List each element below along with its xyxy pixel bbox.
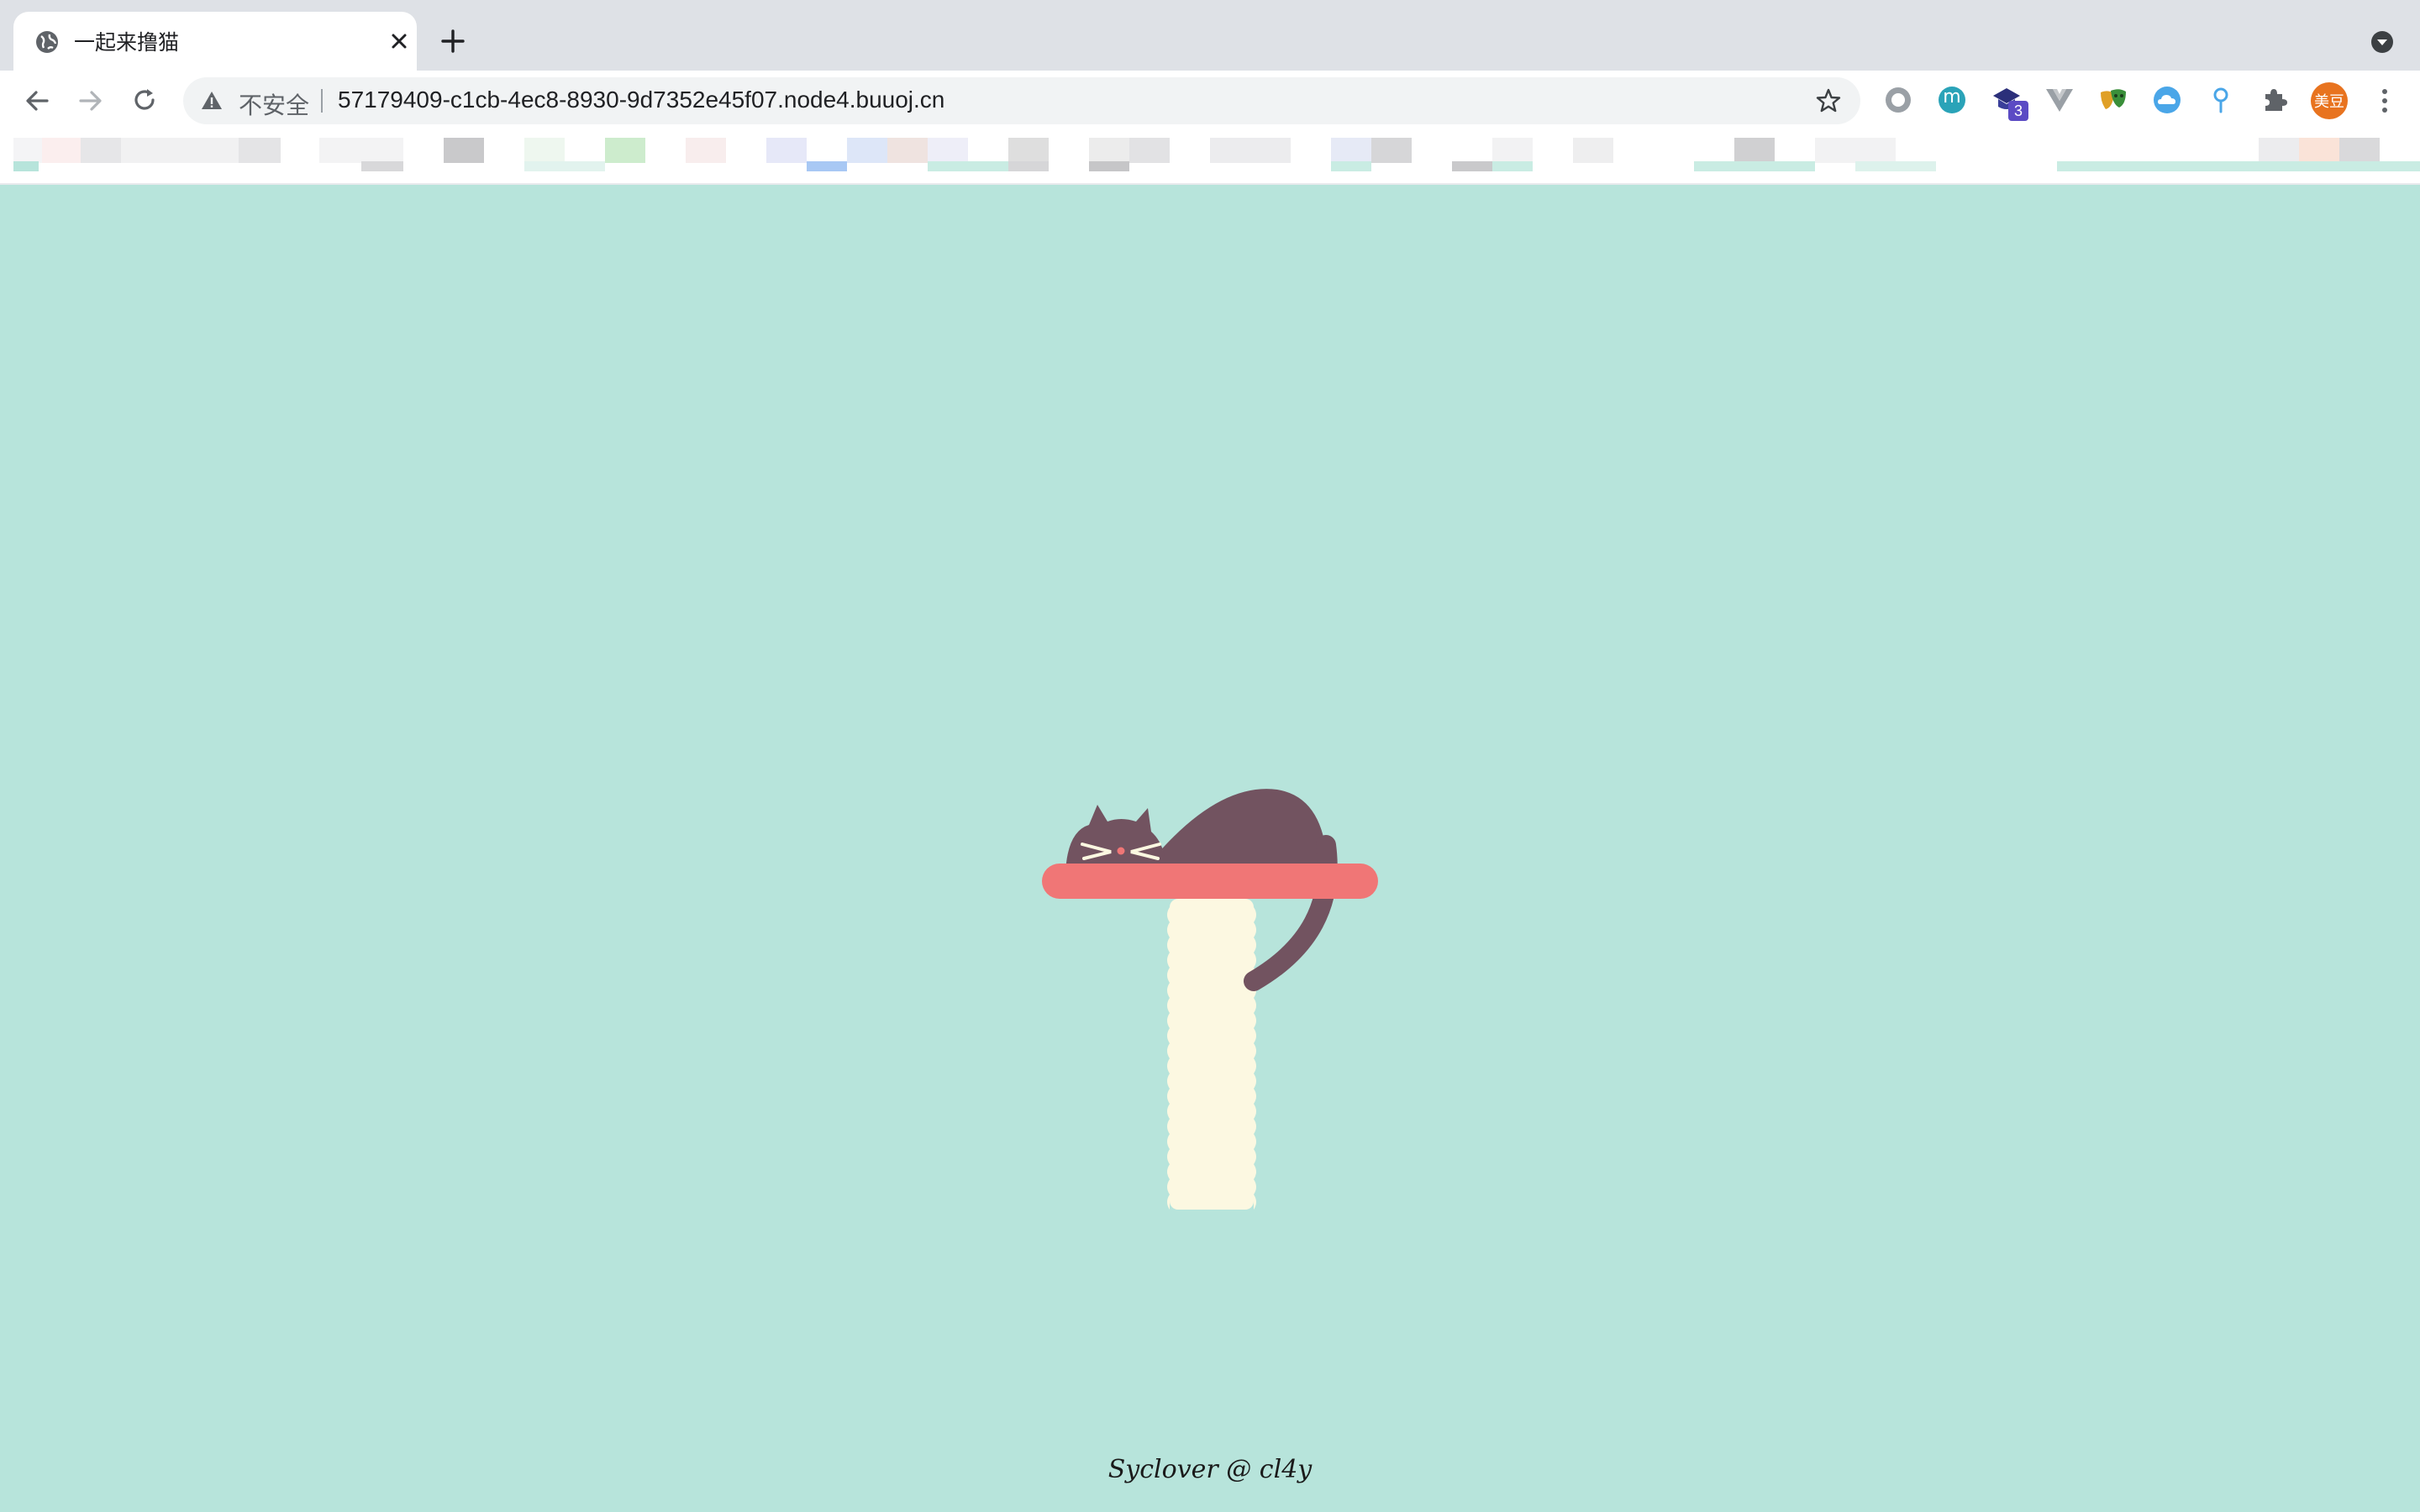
circle-extension-icon[interactable] xyxy=(1882,84,1914,116)
m-extension-icon[interactable]: m xyxy=(1936,84,1968,116)
omnibox-separator xyxy=(321,89,323,113)
page-footer: Syclover @ cl4y xyxy=(1107,1455,1313,1484)
star-icon[interactable] xyxy=(1815,87,1842,114)
vue-extension-icon[interactable] xyxy=(2044,84,2075,116)
tab-search-icon[interactable] xyxy=(2370,29,2395,55)
address-bar[interactable]: 不安全 57179409-c1cb-4ec8-8930-9d7352e45f07… xyxy=(183,77,1860,124)
extension-count-badge: 3 xyxy=(2008,101,2028,121)
warning-icon[interactable] xyxy=(200,89,224,113)
forward-arrow-icon[interactable] xyxy=(76,86,106,116)
security-label[interactable]: 不安全 xyxy=(239,87,309,121)
cloud-extension-icon[interactable] xyxy=(2151,84,2183,116)
browser-toolbar: 不安全 57179409-c1cb-4ec8-8930-9d7352e45f07… xyxy=(0,71,2420,129)
active-tab[interactable]: 一起来撸猫 xyxy=(13,12,417,71)
back-arrow-icon[interactable] xyxy=(22,86,52,116)
bookmarks-obscured xyxy=(0,134,2420,176)
graduation-extension-icon[interactable]: 3 xyxy=(1990,84,2028,123)
cat-scene[interactable] xyxy=(1034,764,1386,1218)
profile-avatar[interactable]: 美豆 xyxy=(2311,82,2348,119)
close-icon[interactable] xyxy=(387,29,412,54)
plus-icon[interactable] xyxy=(439,27,467,55)
reload-icon[interactable] xyxy=(129,86,160,116)
mask-extension-icon[interactable] xyxy=(2097,84,2129,116)
page-content: Syclover @ cl4y xyxy=(0,185,2420,1512)
m-extension-label: m xyxy=(1943,87,1961,108)
bookmarks-bar xyxy=(0,129,2420,185)
kebab-menu-icon[interactable] xyxy=(2370,86,2400,116)
cat-shelf xyxy=(1042,864,1378,899)
puzzle-icon[interactable] xyxy=(2259,84,2291,116)
tab-strip: 一起来撸猫 xyxy=(0,0,2420,71)
scratching-post xyxy=(1167,899,1256,1210)
url-text[interactable]: 57179409-c1cb-4ec8-8930-9d7352e45f07.nod… xyxy=(338,87,944,113)
globe-icon xyxy=(36,31,58,53)
pin-extension-icon[interactable] xyxy=(2205,84,2237,116)
tab-title: 一起来撸猫 xyxy=(74,31,180,55)
